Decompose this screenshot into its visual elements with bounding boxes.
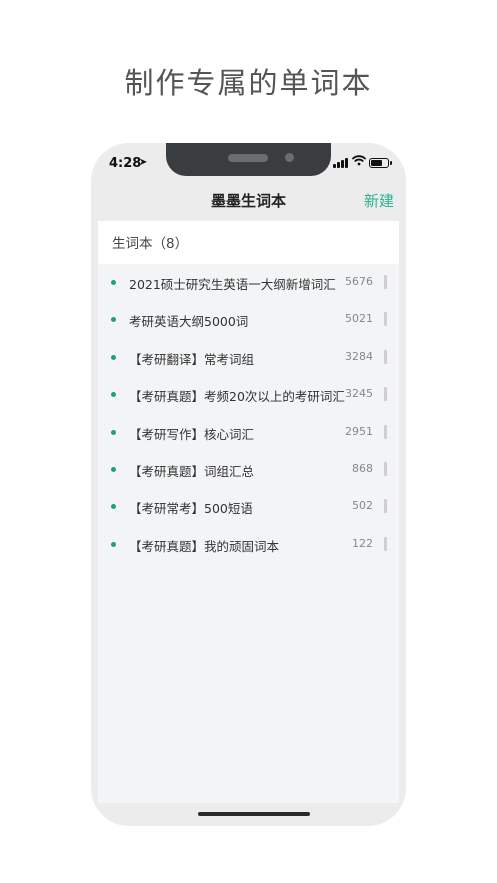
drag-handle-icon[interactable]: [384, 275, 387, 289]
status-time: 4:28: [109, 156, 142, 171]
list-header: 生词本（8）: [98, 221, 399, 264]
bullet-dot-icon: [111, 466, 116, 472]
wordbook-row[interactable]: 2021硕士研究生英语一大纲新增词汇 5676: [98, 264, 399, 301]
wordbook-row[interactable]: 【考研常考】500短语 502: [98, 488, 399, 525]
wordbook-row[interactable]: 【考研写作】核心词汇 2951: [98, 414, 399, 451]
wordbook-count: 502: [352, 499, 373, 513]
speaker-grille: [228, 154, 268, 162]
location-arrow-icon: ➤: [139, 157, 148, 168]
bullet-dot-icon: [111, 280, 116, 285]
wordbook-title: 【考研常考】500短语: [129, 501, 253, 517]
drag-handle-icon[interactable]: [384, 499, 387, 514]
wordbook-card: 生词本（8） 2021硕士研究生英语一大纲新增词汇 5676 考研英语大纲5000词…: [98, 221, 399, 803]
drag-handle-icon[interactable]: [384, 536, 387, 551]
wordbook-count: 5676: [345, 275, 373, 288]
wordbook-title: 【考研真题】我的顽固词本: [129, 538, 280, 554]
bullet-dot-icon: [111, 317, 116, 323]
wordbook-count: 122: [352, 536, 373, 550]
bullet-dot-icon: [111, 504, 116, 510]
wordbook-count: 2951: [345, 424, 373, 438]
wordbook-row[interactable]: 【考研真题】我的顽固词本 122: [98, 526, 399, 563]
drag-handle-icon[interactable]: [384, 461, 387, 476]
phone-frame: 4:28 ➤ 墨墨生词本 新建 生词本（8） 2021硕士研究生英语一大纲新增词…: [91, 143, 406, 826]
drag-handle-icon[interactable]: [384, 312, 387, 327]
nav-title: 墨墨生词本: [210, 192, 286, 210]
wordbook-title: 【考研写作】核心词汇: [129, 426, 255, 442]
bullet-dot-icon: [111, 429, 116, 435]
new-wordbook-button[interactable]: 新建: [364, 190, 394, 211]
wordbook-title: 【考研真题】考频20次以上的考研词汇: [129, 389, 345, 405]
promo-headline: 制作专属的单词本: [124, 66, 373, 100]
bullet-dot-icon: [111, 392, 116, 398]
wordbook-row[interactable]: 【考研翻译】常考词组 3284: [98, 339, 399, 376]
battery-icon: [369, 158, 392, 168]
drag-handle-icon[interactable]: [384, 349, 387, 364]
wordbook-count: 5021: [345, 312, 373, 326]
wordbook-count: 868: [352, 461, 373, 475]
battery-level: [371, 160, 383, 166]
wifi-icon: [352, 154, 366, 169]
wordbook-title: 【考研翻译】常考词组: [129, 351, 255, 367]
wordbook-title: 【考研真题】词组汇总: [129, 463, 255, 479]
bullet-dot-icon: [111, 354, 116, 360]
wordbook-list: 2021硕士研究生英语一大纲新增词汇 5676 考研英语大纲5000词 5021 【考研…: [98, 264, 399, 563]
wordbook-count: 3245: [345, 387, 373, 401]
bullet-dot-icon: [111, 541, 116, 547]
wordbook-count: 3284: [345, 349, 373, 363]
wordbook-row[interactable]: 【考研真题】考频20次以上的考研词汇 3245: [98, 376, 399, 413]
drag-handle-icon[interactable]: [384, 387, 387, 402]
signal-icon: [333, 158, 349, 168]
wordbook-row[interactable]: 【考研真题】词组汇总 868: [98, 451, 399, 488]
phone-notch: [166, 143, 331, 176]
wordbook-row[interactable]: 考研英语大纲5000词 5021: [98, 301, 399, 338]
wordbook-title: 考研英语大纲5000词: [129, 314, 249, 330]
home-indicator[interactable]: [198, 812, 310, 816]
front-camera: [285, 153, 294, 162]
drag-handle-icon[interactable]: [384, 424, 387, 439]
wordbook-title: 2021硕士研究生英语一大纲新增词汇: [129, 277, 336, 292]
